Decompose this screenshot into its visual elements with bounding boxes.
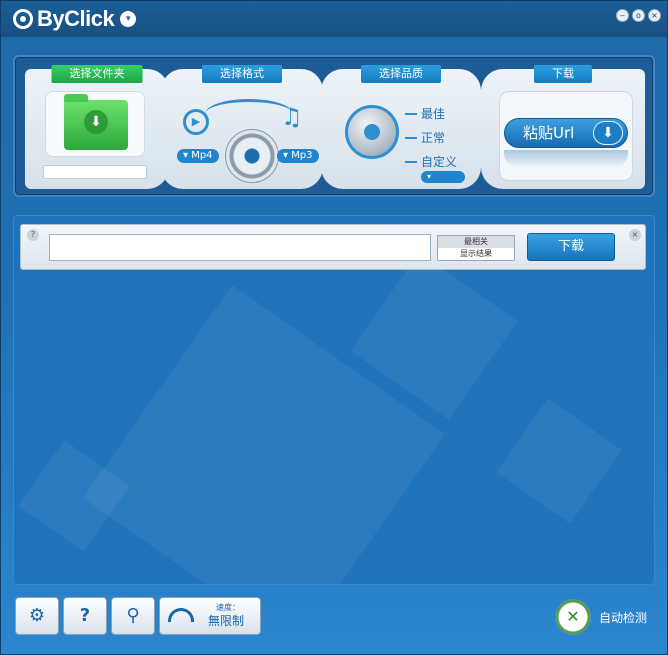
help-button[interactable]: ? [63, 597, 107, 635]
format-disc-icon[interactable] [225, 129, 279, 183]
paste-url-label: 粘贴Url [523, 124, 575, 142]
video-format-dropdown[interactable]: ▾ Mp4 [177, 149, 219, 163]
search-button[interactable]: ⚲ [111, 597, 155, 635]
audio-format-value: Mp3 [291, 150, 313, 161]
app-menu-dropdown[interactable]: ▾ [120, 11, 137, 27]
quality-option-best[interactable]: 最佳 [421, 105, 445, 122]
step-download: 下载 粘贴Url ⬇ [481, 65, 645, 189]
audio-format-dropdown[interactable]: ▾ Mp3 [277, 149, 319, 163]
sort-most-relevant[interactable]: 最相关 [438, 236, 514, 248]
byclick-logo-icon [13, 9, 33, 29]
speed-value: 無限制 [208, 614, 245, 628]
folder-download-icon: ⬇ [64, 94, 128, 150]
window-controls: ‒ o × [616, 9, 661, 22]
minimize-button[interactable]: ‒ [616, 9, 629, 22]
quality-option-custom[interactable]: 自定义 [421, 153, 457, 170]
video-format-value: Mp4 [191, 150, 213, 161]
speedometer-icon [168, 608, 194, 622]
download-button[interactable]: 下载 [527, 233, 615, 261]
app-title: ByClick [37, 6, 115, 31]
app-logo: ByClick ▾ [13, 6, 137, 31]
close-button[interactable]: × [648, 9, 661, 22]
speed-limit-button[interactable]: 速度： 無限制 [159, 597, 261, 635]
quality-custom-dropdown[interactable]: ▾ [421, 171, 465, 183]
auto-detect-toggle[interactable]: ✕ 自动检测 [555, 599, 647, 635]
quality-option-normal[interactable]: 正常 [421, 129, 445, 146]
music-note-icon[interactable]: ♫ [281, 103, 303, 131]
search-bar: ? 最相关 显示结果 下载 × [20, 224, 646, 270]
button-reflection [504, 150, 628, 168]
results-panel: ? 最相关 显示结果 下载 × [13, 215, 655, 585]
wizard-panel: 选择文件夹 ⬇ 选择格式 ▶ ♫ ▾ Mp4 ▾ Mp3 选择品质 最佳 正常 [13, 55, 655, 197]
app-window: ByClick ▾ ‒ o × 选择文件夹 ⬇ 选择格式 ▶ ♫ ▾ Mp4 ▾… [0, 0, 668, 655]
search-icon: ⚲ [126, 605, 140, 626]
tab-download[interactable]: 下载 [534, 65, 592, 83]
maximize-button[interactable]: o [632, 9, 645, 22]
search-input[interactable] [49, 234, 431, 261]
tab-select-folder[interactable]: 选择文件夹 [51, 65, 143, 83]
sort-show-results[interactable]: 显示结果 [438, 248, 514, 260]
folder-button[interactable]: ⬇ [45, 91, 145, 157]
step-select-quality: 选择品质 最佳 正常 自定义 ▾ [321, 65, 481, 189]
help-icon[interactable]: ? [27, 229, 39, 241]
auto-detect-label: 自动检测 [599, 610, 648, 625]
quality-knob-icon[interactable] [345, 105, 399, 159]
folder-path-field[interactable] [43, 165, 147, 179]
step-select-format: 选择格式 ▶ ♫ ▾ Mp4 ▾ Mp3 [161, 65, 323, 189]
download-arrow-icon: ⬇ [593, 121, 623, 145]
quality-tick [405, 161, 417, 163]
bottom-toolbar: ⚙ ? ⚲ 速度： 無限制 [15, 597, 261, 635]
sort-order-toggle[interactable]: 最相关 显示结果 [437, 235, 515, 261]
paste-url-area: 粘贴Url ⬇ [499, 91, 633, 181]
quality-tick [405, 137, 417, 139]
close-icon[interactable]: × [629, 229, 641, 241]
format-slider-track[interactable] [205, 99, 293, 129]
tab-select-quality[interactable]: 选择品质 [361, 65, 441, 83]
speed-caption: 速度： [216, 603, 240, 612]
step-select-folder: 选择文件夹 ⬇ [25, 65, 169, 189]
title-bar[interactable]: ByClick ▾ ‒ o × [1, 1, 667, 37]
download-arrow-icon: ⬇ [84, 110, 108, 134]
settings-button[interactable]: ⚙ [15, 597, 59, 635]
background-decoration [496, 398, 622, 524]
paste-url-button[interactable]: 粘贴Url ⬇ [504, 118, 628, 148]
radar-icon: ✕ [555, 599, 591, 635]
tab-select-format[interactable]: 选择格式 [202, 65, 282, 83]
gear-icon: ⚙ [28, 605, 46, 626]
video-play-icon[interactable]: ▶ [183, 109, 209, 135]
quality-tick [405, 113, 417, 115]
